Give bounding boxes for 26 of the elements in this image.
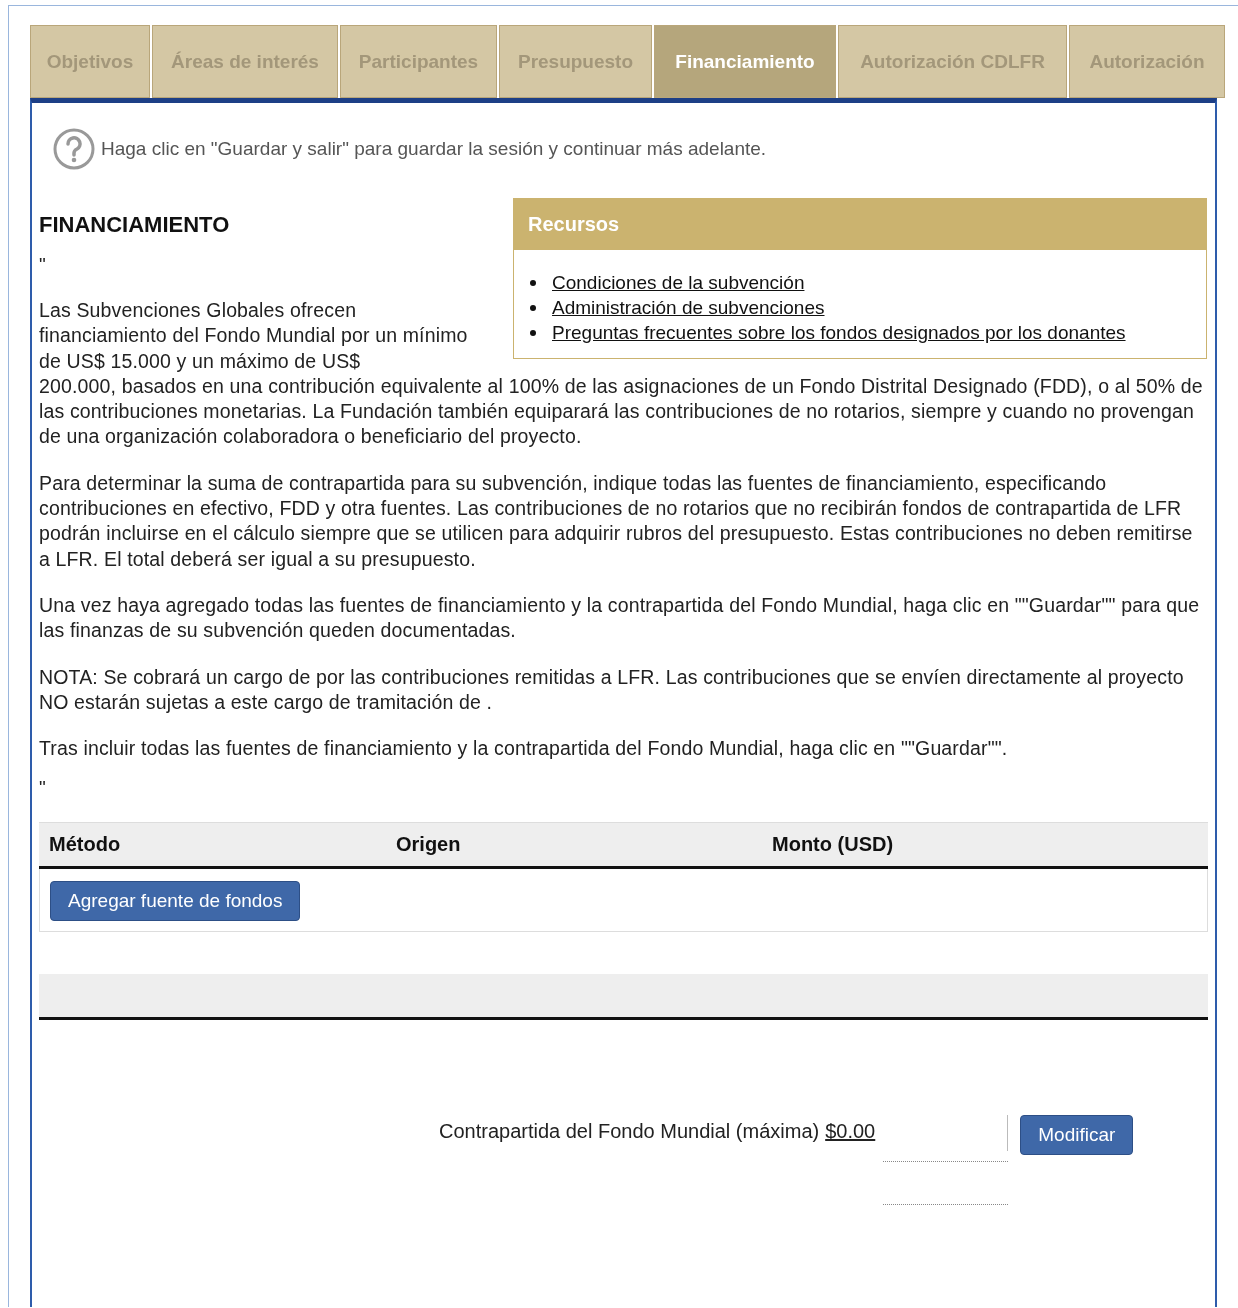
resource-link[interactable]: Condiciones de la subvención bbox=[552, 272, 805, 294]
paragraph: Tras incluir todas las fuentes de financiamiento y la contrapartida del Fondo Mundial, haga clic en ""Guardar"". bbox=[39, 736, 1009, 762]
quote-mark: " bbox=[39, 253, 46, 277]
tab[interactable]: Financiamiento bbox=[654, 25, 836, 98]
resource-link[interactable]: Preguntas frecuentes sobre los fondos designados por los donantes bbox=[552, 322, 1126, 344]
paragraph: Para determinar la suma de contrapartida para su subvención, indique todas las fuentes de financiamiento, especificando contribuciones en efectivo, FDD y otra fuentes. Las contribuciones de no rotarios que no recibirán fondos de contrapartida de LFR podrán incluirse en el cálculo siempre que se utilicen para adquirir rubros del presupuesto. Estas contribuciones no deben remitirse a LFR. El total deberá ser igual a su presupuesto. bbox=[39, 470, 1194, 572]
resource-link[interactable]: Administración de subvenciones bbox=[552, 297, 825, 319]
help-icon bbox=[53, 128, 95, 170]
modify-button[interactable]: Modificar bbox=[1020, 1115, 1134, 1156]
bullet-icon bbox=[530, 330, 536, 336]
bullet-icon bbox=[530, 305, 536, 311]
help-text: Haga clic en "Guardar y salir" para guardar la sesión y continuar más adelante. bbox=[101, 138, 767, 160]
quote-mark: " bbox=[39, 776, 47, 801]
bullet-icon bbox=[530, 280, 536, 286]
add-funding-button[interactable]: Agregar fuente de fondos bbox=[50, 881, 301, 922]
column-header: Método bbox=[49, 833, 122, 857]
match-amount-link[interactable]: $0.00 bbox=[825, 1120, 876, 1144]
match-label: Contrapartida del Fondo Mundial (máxima) bbox=[439, 1120, 820, 1144]
column-header: Monto (USD) bbox=[772, 833, 895, 857]
paragraph: Las Subvenciones Globales ofrecen financiamiento del Fondo Mundial por un mínimo de US$ 15.000 y un máximo de US$ bbox=[39, 298, 469, 374]
paragraph: 200.000, basados en una contribución equivalente al 100% de las asignaciones de un Fondo Distrital Designado (FDD), o al 50% de las contribuciones monetarias. La Fundación también equiparará las contribuciones de no rotarios, siempre y cuando no provengan de una organización colaboradora o beneficiario del proyecto. bbox=[39, 373, 1204, 450]
paragraph: NOTA: Se cobrará un cargo de por las contribuciones remitidas a LFR. Las contribuciones que se envíen directamente al proyecto NO estarán sujetas a este cargo de tramitación de . bbox=[39, 664, 1185, 715]
section-heading: FINANCIAMIENTO bbox=[39, 212, 230, 238]
paragraph: Una vez haya agregado todas las fuentes de financiamiento y la contrapartida del Fondo Mundial, haga clic en ""Guardar"" para que las finanzas de su subvención queden documentadas. bbox=[39, 592, 1201, 644]
column-header: Origen bbox=[396, 833, 462, 857]
resources-title: Recursos bbox=[514, 199, 1206, 250]
